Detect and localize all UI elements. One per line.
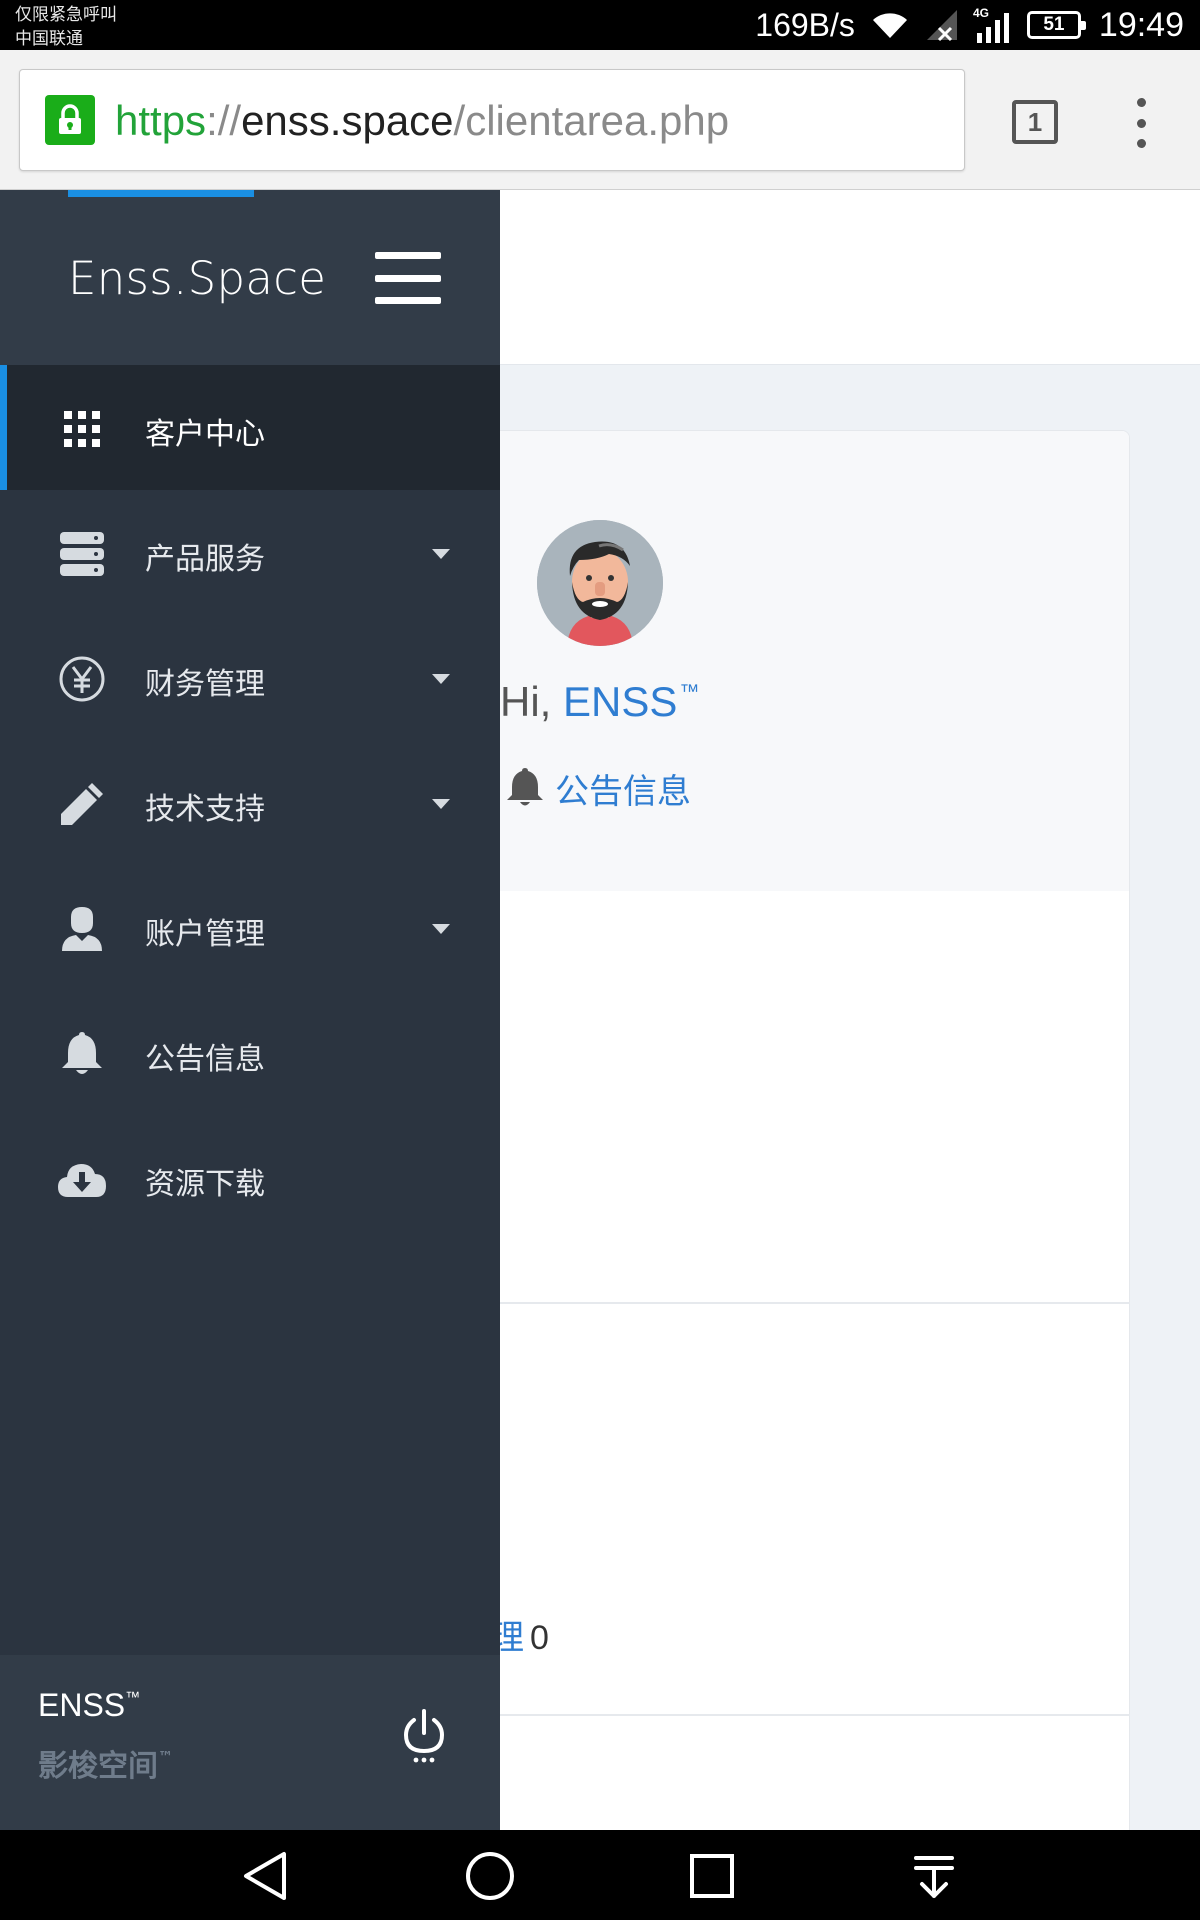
battery-icon: 51 [1026, 11, 1086, 39]
greeting-username[interactable]: ENSS ™ [563, 678, 699, 725]
sidebar-item-announcements[interactable]: 公告信息 [0, 990, 500, 1115]
hamburger-bar [375, 297, 441, 304]
brand-logo[interactable]: Enss.Space [68, 252, 326, 305]
sidebar-item-label: 客户中心 [145, 417, 265, 452]
cloud-download-icon [56, 1153, 108, 1205]
sidebar-item-client-center[interactable]: 客户中心 [0, 365, 500, 490]
greeting-prefix: Hi, [500, 678, 563, 725]
carrier-line-1: 仅限紧急呼叫 [15, 5, 117, 25]
sidebar-footer: ENSS™ 影梭空间™ [0, 1655, 500, 1830]
recents-button[interactable] [684, 1848, 740, 1904]
back-button[interactable] [238, 1848, 294, 1904]
loading-progress-indicator [68, 190, 254, 197]
notification-pull-down-icon[interactable] [906, 1848, 962, 1904]
chevron-down-icon [432, 674, 450, 684]
server-icon [56, 528, 108, 580]
avatar[interactable] [537, 520, 663, 646]
sidebar-item-label: 账户管理 [145, 917, 265, 952]
account-subtitle: 影梭空间™ [38, 1741, 173, 1785]
chevron-down-icon [432, 924, 450, 934]
greeting: Hi, ENSS ™ [500, 678, 699, 726]
chevron-down-icon [432, 549, 450, 559]
account-name-trademark: ™ [125, 1689, 141, 1706]
greeting-trademark: ™ [679, 681, 700, 703]
user-icon [56, 903, 108, 955]
sidebar-item-label: 产品服务 [145, 542, 265, 577]
hamburger-bar [375, 252, 441, 259]
tab-switcher-button[interactable]: 1 [1012, 100, 1058, 144]
bell-icon [505, 765, 545, 813]
sidebar-item-label: 资源下载 [145, 1167, 265, 1202]
menu-dot [1136, 118, 1146, 128]
carrier-line-2: 中国联通 [15, 29, 83, 49]
signal-4g-icon: 4G [973, 5, 1013, 45]
network-speed: 169B/s [755, 6, 855, 43]
lock-icon[interactable] [45, 95, 95, 145]
url-scheme: https [115, 97, 207, 144]
bell-icon [56, 1028, 108, 1080]
url-bar[interactable]: https://enss.space/clientarea.php [19, 69, 965, 171]
hamburger-bar [375, 274, 441, 282]
account-name-text: ENSS [38, 1687, 126, 1723]
account-subtitle-text: 影梭空间 [38, 1749, 158, 1784]
stat-count: 0 [530, 1619, 549, 1657]
svg-text:4G: 4G [973, 6, 989, 20]
menu-dot [1136, 98, 1146, 107]
sidebar-item-label: 公告信息 [145, 1042, 265, 1077]
hamburger-menu-icon[interactable] [375, 252, 441, 304]
wifi-icon [869, 8, 911, 42]
browser-toolbar: https://enss.space/clientarea.php 1 [0, 50, 1200, 190]
account-name: ENSS™ [38, 1687, 140, 1724]
sidebar-item-account[interactable]: 账户管理 [0, 865, 500, 990]
sidebar-item-billing[interactable]: 财务管理 [0, 615, 500, 740]
url-separator: :// [206, 97, 242, 144]
logout-power-icon[interactable] [400, 1707, 448, 1763]
sidebar-item-products[interactable]: 产品服务 [0, 490, 500, 615]
signal-no-sim-icon [925, 8, 959, 42]
browser-menu-button[interactable] [1126, 98, 1156, 148]
yen-icon [56, 653, 108, 705]
sidebar-nav: 客户中心 产品服务 财务管理 技术支持 账户管理 公告信息 资源下载 [0, 365, 500, 1240]
announcement-link-text: 公告信息 [555, 772, 691, 812]
system-navigation-bar [0, 1830, 1200, 1920]
pencil-icon [56, 778, 108, 830]
sidebar-header: Enss.Space [0, 190, 500, 365]
greeting-username-text: ENSS [563, 678, 678, 725]
home-button[interactable] [462, 1848, 518, 1904]
url-path: /clientarea.php [453, 97, 730, 144]
url-text[interactable]: https://enss.space/clientarea.php [115, 94, 729, 148]
url-host: enss.space [241, 97, 454, 144]
menu-dot [1136, 139, 1146, 148]
chevron-down-icon [432, 799, 450, 809]
carrier-info: 仅限紧急呼叫 中国联通 [15, 3, 117, 51]
grid-icon [56, 403, 108, 455]
announcement-link[interactable]: 公告信息 [505, 764, 691, 813]
status-bar: 仅限紧急呼叫 中国联通 169B/s 4G 51 19:49 [0, 0, 1200, 50]
account-subtitle-trademark: ™ [158, 1748, 173, 1766]
sidebar-item-label: 财务管理 [145, 667, 265, 702]
sidebar-item-downloads[interactable]: 资源下载 [0, 1115, 500, 1240]
sidebar-item-support[interactable]: 技术支持 [0, 740, 500, 865]
sidebar-drawer: Enss.Space 客户中心 产品服务 财务管理 技术支持 账户管理 公告信息… [0, 190, 500, 1830]
clock: 19:49 [1098, 5, 1184, 44]
sidebar-item-label: 技术支持 [145, 792, 265, 827]
